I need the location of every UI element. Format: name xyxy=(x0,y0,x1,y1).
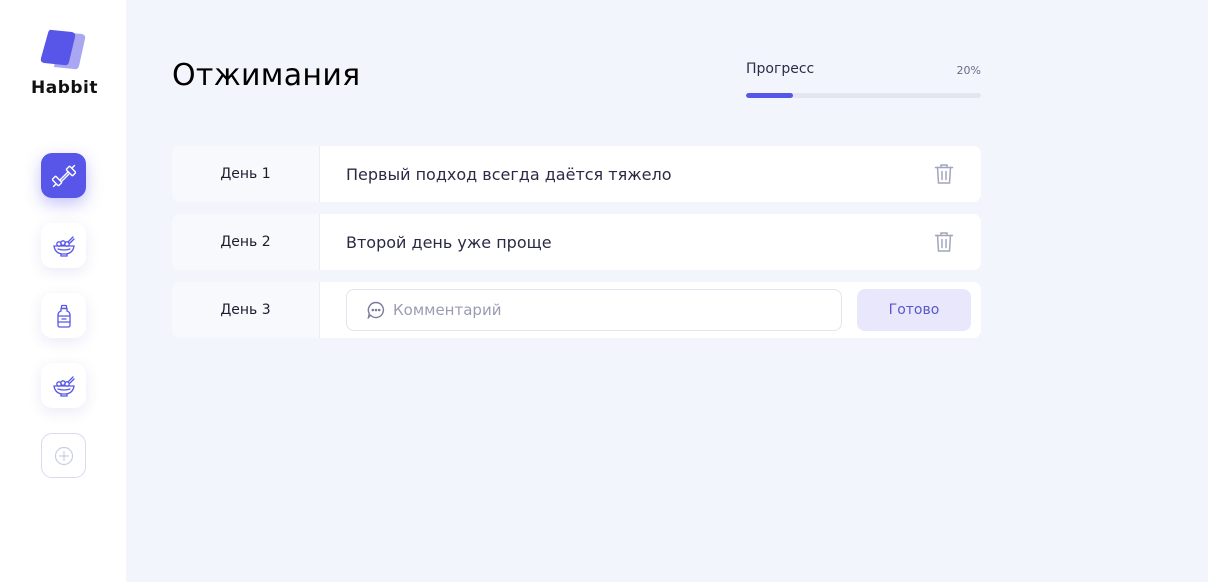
day-comment: Первый подход всегда даётся тяжело xyxy=(346,164,672,184)
done-button[interactable]: Готово xyxy=(857,289,971,331)
day-label: День 3 xyxy=(172,282,320,338)
progress-label: Прогресс xyxy=(746,61,815,77)
water-bottle-icon xyxy=(56,304,71,328)
trash-icon[interactable] xyxy=(934,163,954,185)
sidebar: Habbit xyxy=(0,0,126,582)
comment-icon xyxy=(367,301,385,319)
day-row: День 2 Второй день уже проще xyxy=(172,214,981,270)
comment-field[interactable] xyxy=(346,289,842,331)
progress-bar xyxy=(746,93,981,98)
logo-icon xyxy=(40,29,86,70)
progress-bar-fill xyxy=(746,93,793,98)
dumbbell-icon xyxy=(51,164,76,187)
sidebar-item-food-2[interactable] xyxy=(41,363,86,408)
progress-value: 20% xyxy=(956,64,981,77)
comment-input[interactable] xyxy=(393,301,813,319)
day-comment: Второй день уже проще xyxy=(346,232,552,252)
sidebar-item-pushups[interactable] xyxy=(41,153,86,198)
day-label: День 1 xyxy=(172,146,320,202)
add-habit-button[interactable] xyxy=(41,433,86,478)
food-bowl-icon xyxy=(52,235,75,257)
sidebar-item-food[interactable] xyxy=(41,223,86,268)
logo-text: Habbit xyxy=(31,78,98,98)
day-label: День 2 xyxy=(172,214,320,270)
page-title: Отжимания xyxy=(172,58,361,93)
sidebar-item-water[interactable] xyxy=(41,293,86,338)
day-row: День 1 Первый подход всегда даётся тяжел… xyxy=(172,146,981,202)
trash-icon[interactable] xyxy=(934,231,954,253)
food-bowl-icon xyxy=(52,375,75,397)
plus-circle-icon xyxy=(54,446,73,465)
day-row: День 3 Готово xyxy=(172,282,981,338)
logo[interactable]: Habbit xyxy=(31,28,98,100)
